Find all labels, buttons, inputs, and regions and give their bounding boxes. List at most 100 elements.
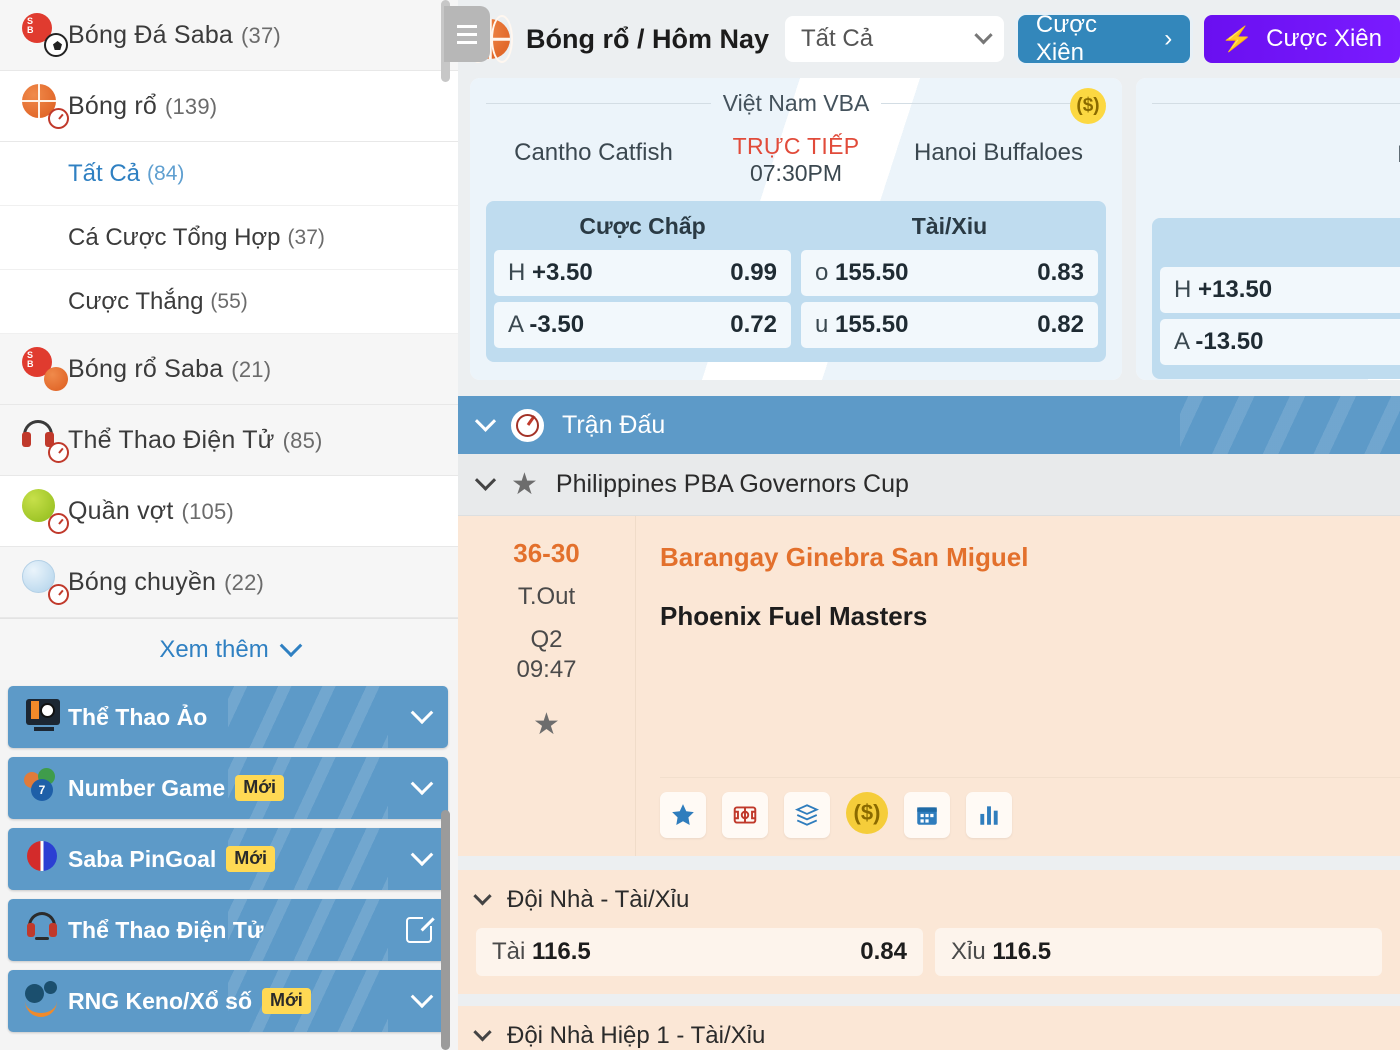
odds-label: Xỉu <box>951 938 986 965</box>
breadcrumb: Bóng rổ / Hôm Nay <box>526 23 770 54</box>
match-clock: 09:47 <box>516 656 577 683</box>
odds-row[interactable]: u 155.50 0.82 <box>801 302 1098 348</box>
pingoal-icon <box>24 839 68 879</box>
promo-saba-pingoal[interactable]: Saba PinGoal Mới <box>8 828 448 890</box>
market-block: Đội Nhà - Tài/Xỉu Tài 116.5 0.84 Xỉu 116… <box>458 870 1400 994</box>
tennis-ball-icon <box>22 489 69 534</box>
stats-icon[interactable] <box>966 792 1012 838</box>
parlay-button-alt[interactable]: ⚡ Cược Xiên <box>1204 15 1400 63</box>
market-total: Tài/Xiu o 155.50 0.83 u 155.50 0.82 <box>801 209 1098 354</box>
live-status-label: TRỰC TIẾP <box>732 133 860 159</box>
odds-row[interactable]: Tài 116.5 0.84 <box>476 928 923 976</box>
sidebar-subitem-label: Tất Cả <box>68 159 141 187</box>
promo-label: Thể Thao Ảo <box>68 703 208 730</box>
sidebar-collapse-toggle[interactable] <box>444 6 490 62</box>
match-score: 36-30 <box>513 538 580 568</box>
chevron-down-icon <box>474 410 497 432</box>
match-timeout: T.Out <box>517 583 576 610</box>
chevron-right-icon: › <box>1164 25 1173 52</box>
chevron-down-icon <box>410 701 434 725</box>
featured-card[interactable]: Gia Police Sport Association Cược Ch H +… <box>1136 78 1400 380</box>
odds-value: 0.84 <box>860 938 907 965</box>
odds-line: 116.5 <box>992 938 1052 965</box>
match-home-team: Barangay Ginebra San Miguel <box>660 542 1029 572</box>
market-block: Đội Nhà Hiệp 1 - Tài/Xỉu <box>458 1006 1400 1050</box>
odds-row[interactable]: H +13.50 <box>1160 266 1400 313</box>
league-header[interactable]: ★ Philippines PBA Governors Cup <box>458 454 1400 516</box>
odds-line: +13.50 <box>1198 275 1273 303</box>
chevron-down-icon <box>279 633 303 657</box>
odds-line: 155.50 <box>835 311 909 338</box>
sidebar-item-bong-ro[interactable]: Bóng rổ (139) <box>0 71 458 142</box>
sidebar-subitem-label: Cược Thắng <box>68 287 204 315</box>
keno-icon <box>24 981 68 1021</box>
promo-rng-keno-xo-so[interactable]: RNG Keno/Xổ số Mới <box>8 970 448 1032</box>
odds-row[interactable]: Xỉu 116.5 <box>935 928 1382 976</box>
pitch-icon[interactable] <box>722 792 768 838</box>
odds-row[interactable]: A -3.50 0.72 <box>494 302 791 348</box>
lightning-icon: ⚡ <box>1220 25 1254 53</box>
featured-league-name: Việt Nam VBA <box>722 90 870 116</box>
market-title: Đội Nhà - Tài/Xỉu <box>507 886 690 913</box>
parlay-button[interactable]: Cược Xiên › <box>1017 11 1191 66</box>
promo-the-thao-ao[interactable]: Thể Thao Ảo <box>8 686 448 748</box>
sidebar-item-count: (22) <box>224 569 265 595</box>
show-more-button[interactable]: Xem thêm <box>0 618 458 680</box>
promo-label: RNG Keno/Xổ số <box>68 987 253 1014</box>
match-away-team: Phoenix Fuel Masters <box>660 601 928 631</box>
market-header[interactable]: Đội Nhà - Tài/Xỉu <box>473 886 1382 914</box>
featured-odds: Cược Chấp H +3.50 0.99 A -3.50 0.72 Tài/… <box>486 201 1106 362</box>
promo-the-thao-dien-tu[interactable]: Thể Thao Điện Tử <box>8 899 448 961</box>
star-icon[interactable]: ★ <box>511 469 538 500</box>
sidebar-item-count: (139) <box>164 93 218 119</box>
promo-number-game[interactable]: 7 Number Game Mới <box>8 757 448 819</box>
odds-row[interactable]: o 155.50 0.83 <box>801 250 1098 296</box>
sidebar-item-bong-da-saba[interactable]: SB Bóng Đá Saba (37) <box>0 0 458 71</box>
new-badge: Mới <box>235 775 285 801</box>
featured-league-row: Gia <box>1152 90 1400 117</box>
chevron-down-icon <box>974 25 993 44</box>
sidebar-item-the-thao-dien-tu[interactable]: Thể Thao Điện Tử (85) <box>0 405 458 476</box>
featured-card[interactable]: Việt Nam VBA ($) Cantho Catfish TRỰC TIẾ… <box>470 78 1122 380</box>
star-icon[interactable] <box>660 792 706 838</box>
odds-line: +3.50 <box>532 259 593 286</box>
filter-select[interactable]: Tất Cả <box>785 16 1004 62</box>
odds-row[interactable]: H +3.50 0.99 <box>494 250 791 296</box>
odds-prefix: A <box>508 311 523 338</box>
list-header-label: Trận Đấu <box>562 410 666 439</box>
sidebar-item-count: (21) <box>231 356 272 382</box>
cashout-coin-icon[interactable]: ($) <box>846 792 888 834</box>
calendar-icon[interactable] <box>904 792 950 838</box>
featured-home-team: Police Sport Association <box>1152 133 1400 204</box>
number-game-icon: 7 <box>24 768 68 808</box>
sidebar-item-bong-ro-saba[interactable]: SB Bóng rổ Saba (21) <box>0 334 458 405</box>
sidebar-item-label: Bóng rổ <box>68 91 157 120</box>
market-header[interactable]: Đội Nhà Hiệp 1 - Tài/Xỉu <box>473 1022 1382 1050</box>
odds-value: 0.72 <box>730 311 777 338</box>
saba-basketball-icon: SB <box>22 347 68 391</box>
list-header[interactable]: Trận Đấu <box>458 396 1400 454</box>
odds-row[interactable]: A -13.50 <box>1160 318 1400 365</box>
layers-icon[interactable] <box>784 792 830 838</box>
top-bar: Bóng rổ / Hôm Nay Tất Cả Cược Xiên › ⚡ C… <box>458 0 1400 78</box>
sidebar-subitem-ca-cuoc-tong-hop[interactable]: Cá Cược Tổng Hợp (37) <box>0 206 458 270</box>
sidebar-item-label: Thể Thao Điện Tử <box>68 425 275 454</box>
sidebar-subitem-tat-ca[interactable]: Tất Cả (84) <box>0 142 458 206</box>
sidebar-item-label: Bóng rổ Saba <box>68 354 224 383</box>
external-link-icon[interactable] <box>406 910 439 943</box>
sidebar-item-quan-vot[interactable]: Quần vợt (105) <box>0 476 458 547</box>
sidebar-item-bong-chuyen[interactable]: Bóng chuyền (22) <box>0 547 458 618</box>
volleyball-icon <box>22 560 69 605</box>
chevron-down-icon <box>410 985 434 1009</box>
favorite-star-icon[interactable]: ★ <box>533 707 560 742</box>
sidebar-scrollbar-thumb[interactable] <box>441 810 450 1050</box>
market-title: Tài/Xiu <box>911 213 988 239</box>
promo-label: Saba PinGoal <box>68 845 217 872</box>
sidebar-subitem-cuoc-thang[interactable]: Cược Thắng (55) <box>0 270 458 334</box>
sidebar-item-label: Bóng Đá Saba <box>68 20 234 49</box>
chevron-down-icon <box>410 843 434 867</box>
odds-line: -3.50 <box>529 311 585 338</box>
market-title: Đội Nhà Hiệp 1 - Tài/Xỉu <box>507 1022 766 1049</box>
cashout-coin-icon[interactable]: ($) <box>1070 88 1106 124</box>
match-list: Trận Đấu ★ Philippines PBA Governors Cup… <box>458 396 1400 1050</box>
